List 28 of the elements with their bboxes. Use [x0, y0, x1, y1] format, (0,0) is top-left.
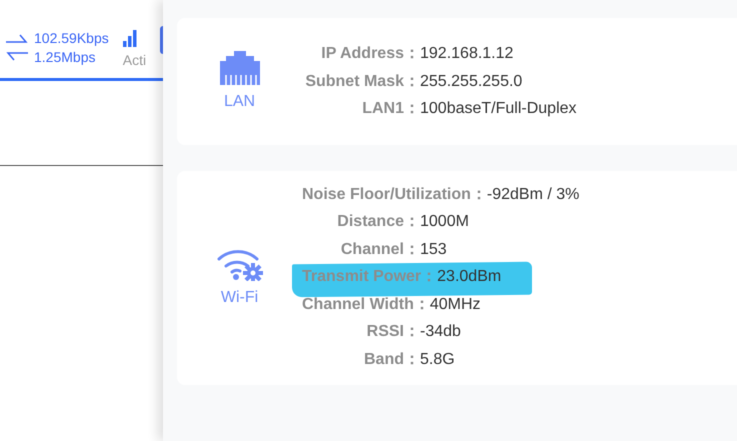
field-label: Channel Width：: [302, 294, 430, 314]
field-label: Noise Floor/Utilization：: [302, 184, 487, 204]
field-label: Transmit Power：: [302, 267, 438, 287]
field-label: LAN1：: [361, 99, 420, 119]
field-value: 40MHz: [430, 294, 481, 314]
upload-speed: 102.59Kbps: [34, 30, 109, 46]
field-value: 153: [420, 240, 447, 260]
card-title: Wi-Fi: [220, 288, 258, 307]
field-value: -34db: [420, 322, 461, 342]
field-label: Channel：: [340, 240, 420, 260]
download-speed: 1.25Mbps: [34, 49, 96, 65]
signal-bars-icon: [122, 30, 137, 47]
field-value: 100baseT/Full-Duplex: [420, 99, 577, 119]
toggle-button[interactable]: [160, 26, 163, 54]
status-text: Acti: [122, 52, 146, 68]
field-value: 1000M: [420, 212, 469, 232]
ethernet-port-icon: [220, 51, 260, 86]
field-label: IP Address：: [320, 44, 420, 64]
card-title: LAN: [224, 93, 256, 112]
field-value: 23.0dBm: [437, 267, 502, 287]
field-value: -92dBm / 3%: [486, 184, 580, 204]
field-label: Subnet Mask：: [304, 72, 420, 92]
field-label: RSSI：: [366, 322, 420, 342]
field-value: 255.255.255.0: [420, 72, 522, 92]
field-value: 5.8G: [420, 350, 455, 370]
field-value: 192.168.1.12: [420, 44, 514, 64]
field-label: Band：: [363, 350, 420, 370]
field-label: Distance：: [336, 212, 420, 232]
